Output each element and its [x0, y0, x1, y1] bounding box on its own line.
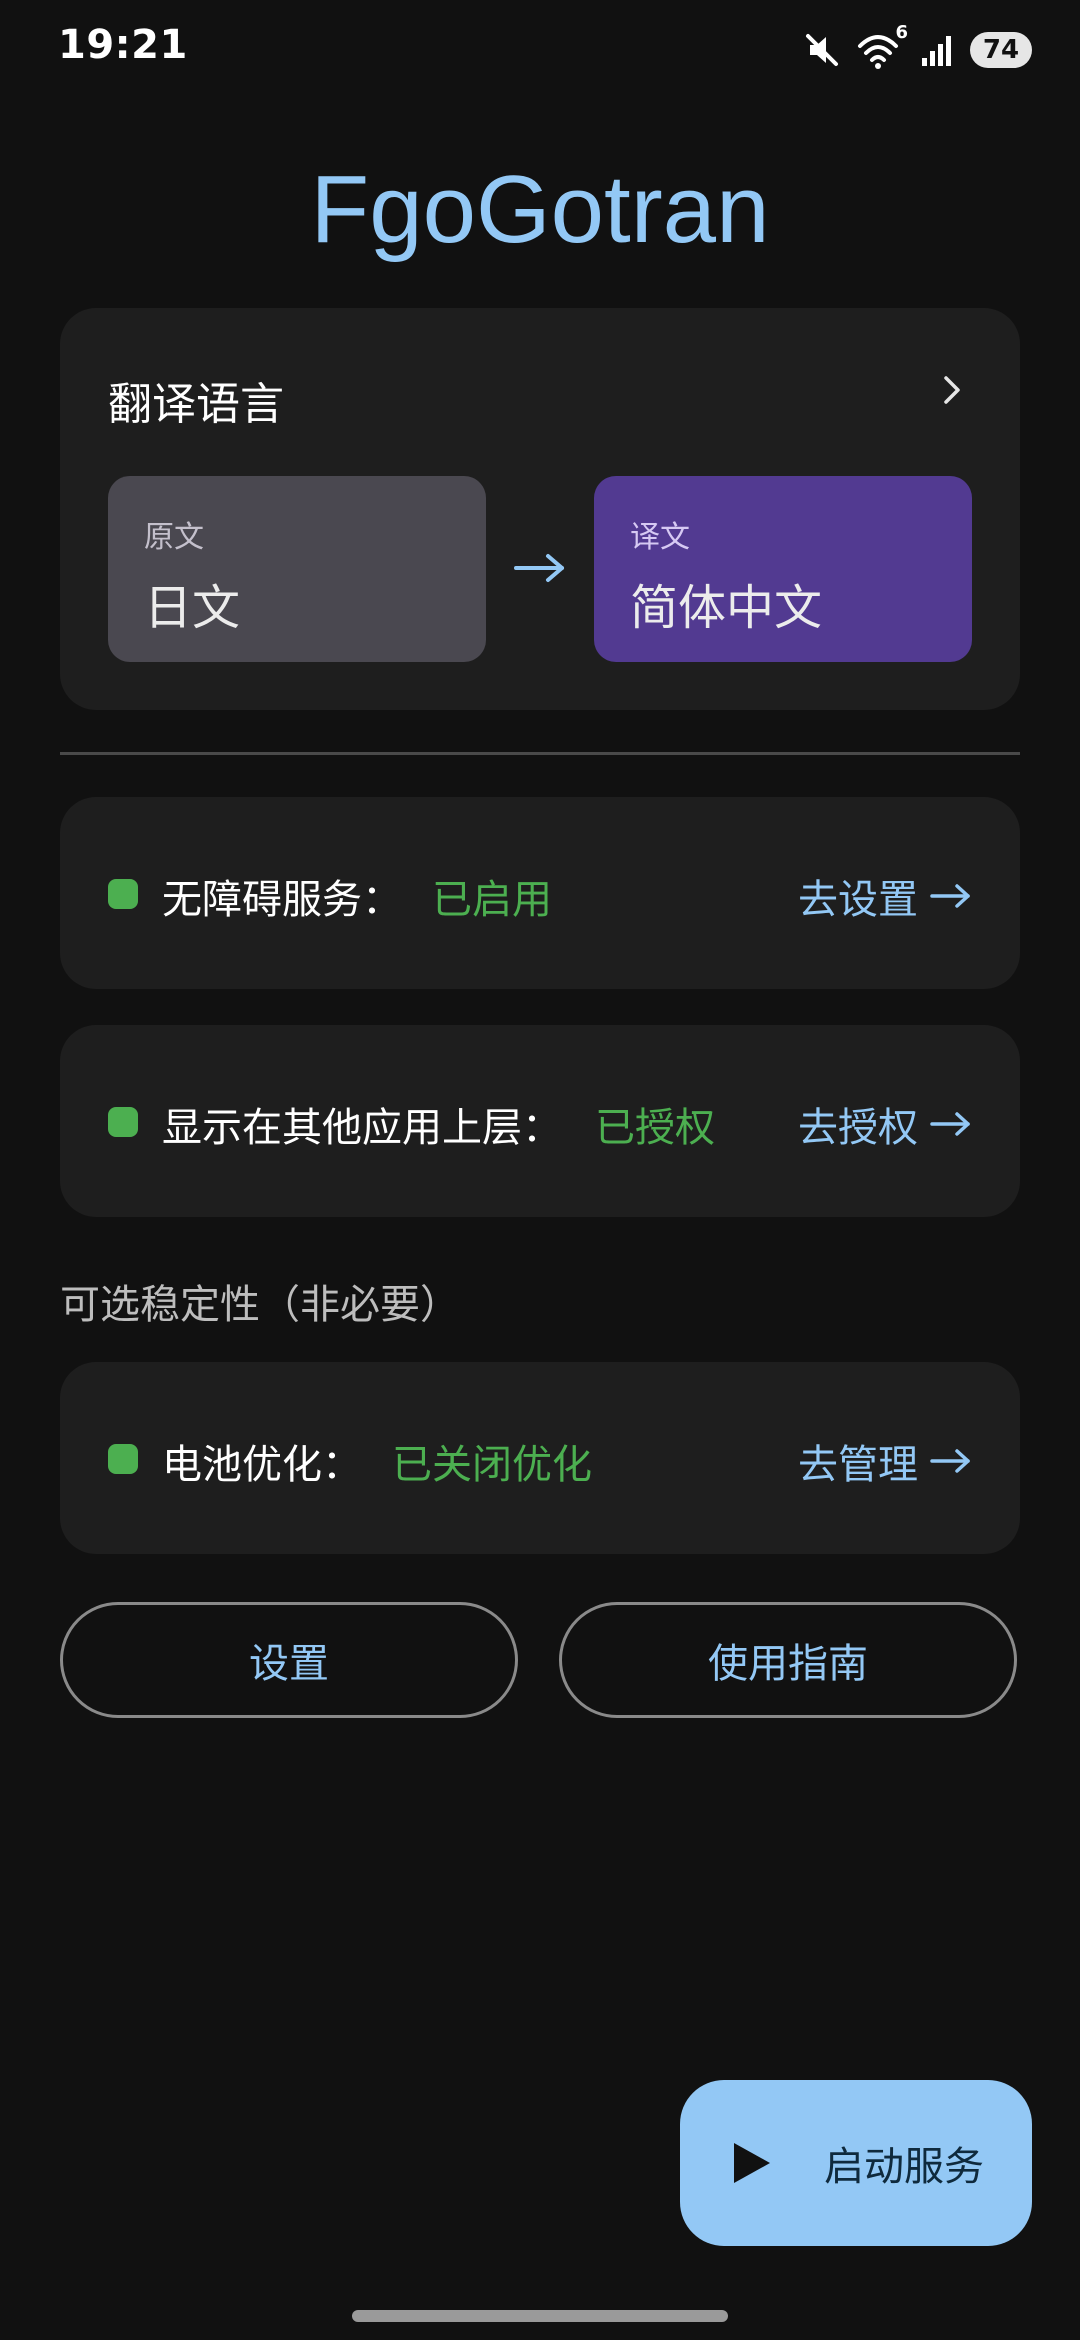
overlay-authorize-link-label: 去授权: [798, 1105, 918, 1151]
mute-icon: [806, 34, 838, 66]
accessibility-service-card: 无障碍服务： 已启用 去设置: [60, 797, 1020, 989]
overlay-permission-status: 已授权: [595, 1105, 715, 1151]
app-title: FgoGotran: [310, 156, 770, 263]
status-dot: [108, 879, 138, 909]
target-language-value: 简体中文: [630, 580, 823, 636]
accessibility-settings-link-label: 去设置: [798, 877, 918, 923]
battery-manage-link[interactable]: 去管理: [798, 1432, 972, 1490]
chevron-right-icon[interactable]: [932, 370, 972, 410]
accessibility-service-label: 无障碍服务：: [162, 877, 402, 923]
battery-manage-link-label: 去管理: [798, 1442, 918, 1488]
battery-icon: 74: [970, 32, 1032, 68]
status-bar: 19:21 6 74: [0, 0, 1080, 100]
source-language-box[interactable]: 原文 日文: [108, 476, 486, 662]
overlay-permission-label: 显示在其他应用上层：: [162, 1105, 562, 1151]
settings-button[interactable]: 设置: [60, 1602, 518, 1718]
status-dot: [108, 1107, 138, 1137]
battery-optimization-label: 电池优化：: [162, 1442, 362, 1488]
divider: [60, 752, 1020, 755]
translation-language-header: 翻译语言: [108, 379, 284, 430]
arrow-right-icon: [930, 884, 970, 908]
optional-stability-title: 可选稳定性（非必要）: [60, 1282, 460, 1328]
translation-language-card[interactable]: 翻译语言 原文 日文 译文 简体中文: [60, 308, 1020, 710]
wifi-icon: [858, 35, 898, 69]
user-guide-button[interactable]: 使用指南: [559, 1602, 1017, 1718]
status-time: 19:21: [58, 22, 188, 68]
overlay-authorize-link[interactable]: 去授权: [798, 1095, 972, 1153]
arrow-right-icon: [514, 554, 564, 582]
accessibility-settings-link[interactable]: 去设置: [798, 867, 972, 925]
source-language-value: 日文: [144, 580, 241, 636]
status-icons: 6 74: [802, 22, 1032, 72]
target-language-box[interactable]: 译文 简体中文: [594, 476, 972, 662]
arrow-right-icon: [930, 1449, 970, 1473]
overlay-permission-card: 显示在其他应用上层： 已授权 去授权: [60, 1025, 1020, 1217]
arrow-right-icon: [930, 1112, 970, 1136]
home-indicator[interactable]: [352, 2310, 728, 2322]
start-service-button[interactable]: 启动服务: [680, 2080, 1032, 2246]
target-language-label: 译文: [630, 520, 690, 555]
source-language-label: 原文: [144, 520, 204, 555]
start-service-label: 启动服务: [824, 2144, 984, 2190]
play-icon: [734, 2143, 770, 2183]
signal-icon: [922, 36, 951, 66]
battery-optimization-status: 已关闭优化: [392, 1442, 592, 1488]
wifi-indicator: 6: [856, 22, 908, 70]
battery-optimization-card: 电池优化： 已关闭优化 去管理: [60, 1362, 1020, 1554]
wifi-badge: 6: [895, 22, 908, 43]
accessibility-service-status: 已启用: [432, 877, 552, 923]
status-dot: [108, 1444, 138, 1474]
